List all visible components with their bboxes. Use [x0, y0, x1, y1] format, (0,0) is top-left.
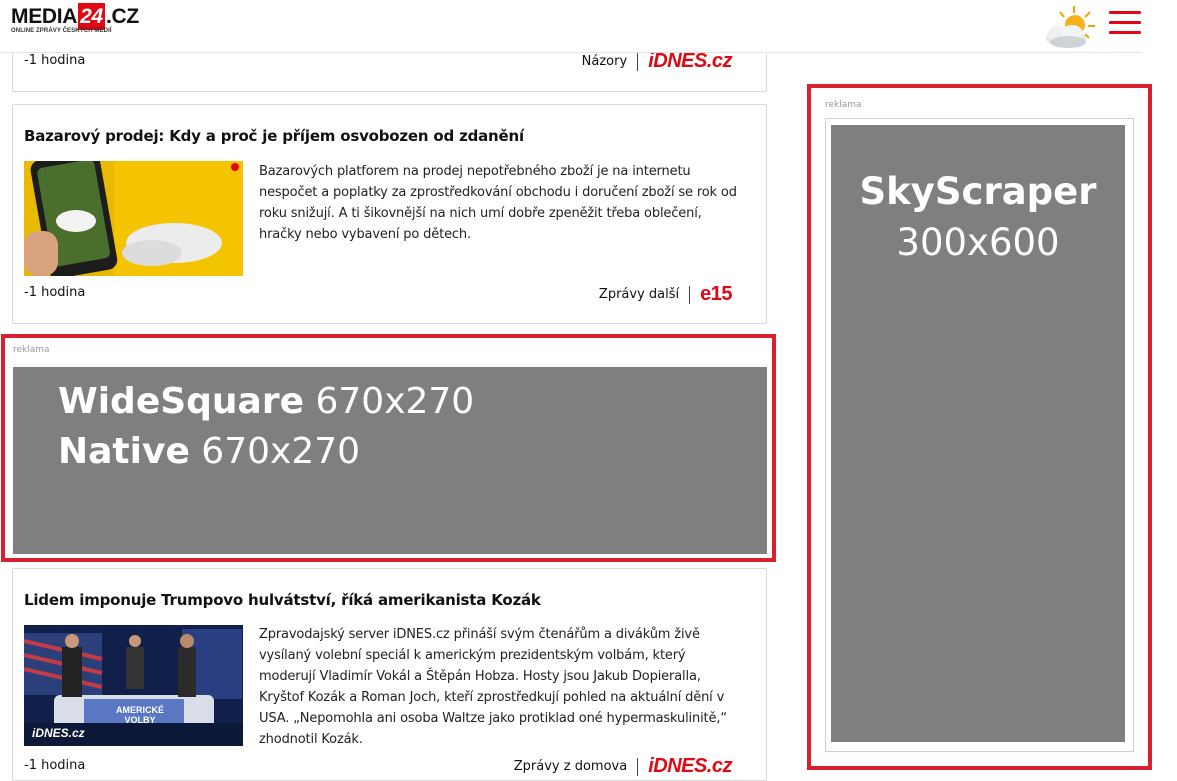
logo-prefix: MEDIA [11, 5, 78, 28]
article-title[interactable]: Bazarový prodej: Kdy a proč je příjem os… [24, 127, 524, 145]
article-meta: Zprávy další e15 [599, 283, 733, 306]
meta-divider [637, 757, 639, 776]
site-header: MEDIA 24 .CZ ONLINE ZPRÁVY ČESKÝCH MÉDIÍ [0, 0, 1142, 53]
source-logo-idnes[interactable]: iDNES.cz [648, 50, 732, 73]
ad-line-1: WideSquare 670x270 [58, 381, 474, 422]
ad-format-name: Native [58, 431, 190, 472]
article-category[interactable]: Zprávy z domova [514, 759, 627, 774]
ad-widesquare: reklama WideSquare 670x270 Native 670x27… [1, 334, 776, 562]
ad-format-size: 670x270 [189, 431, 361, 472]
partly-cloudy-icon[interactable] [1040, 4, 1100, 52]
ad-label: reklama [13, 345, 50, 355]
ad-skyscraper: reklama SkyScraper 300x600 [807, 84, 1152, 770]
ad-placeholder[interactable]: WideSquare 670x270 Native 670x270 [13, 367, 767, 554]
article-meta: Názory iDNES.cz [582, 50, 733, 73]
article-thumbnail[interactable]: AMERICKÉ VOLBY iDNES.cz [24, 625, 243, 746]
site-logo[interactable]: MEDIA 24 .CZ ONLINE ZPRÁVY ČESKÝCH MÉDIÍ [11, 3, 139, 34]
ad-format-name: SkyScraper [859, 170, 1097, 213]
logo-number: 24 [78, 3, 105, 30]
ad-line-2: Native 670x270 [58, 431, 360, 472]
article-category[interactable]: Názory [582, 54, 628, 69]
ad-placeholder[interactable]: SkyScraper 300x600 [831, 125, 1125, 742]
meta-divider [637, 52, 639, 71]
meta-divider [689, 285, 691, 304]
article-category[interactable]: Zprávy další [599, 287, 679, 302]
article-title[interactable]: Lidem imponuje Trumpovo hulvátství, říká… [24, 591, 541, 609]
article-thumbnail[interactable] [24, 161, 243, 276]
article-card[interactable]: Bazarový prodej: Kdy a proč je příjem os… [12, 104, 767, 324]
thumbnail-brand: iDNES.cz [32, 726, 85, 740]
thumbnail-caption: AMERICKÉ VOLBY [115, 705, 164, 725]
article-perex: Zpravodajský server iDNES.cz přináší svý… [259, 627, 727, 747]
ad-label: reklama [825, 100, 862, 110]
article-perex: Bazarových platforem na prodej nepotřebn… [259, 164, 737, 242]
article-time: -1 hodina [24, 285, 86, 300]
article-card[interactable]: Lidem imponuje Trumpovo hulvátství, říká… [12, 568, 767, 781]
logo-wordmark: MEDIA 24 .CZ [11, 3, 139, 30]
source-logo-idnes[interactable]: iDNES.cz [648, 755, 732, 778]
page: MEDIA24.CZ ONLINE ZPRÁVY ČESKÝCH MÉDIÍ [0, 0, 1177, 781]
ad-format-size: 670x270 [304, 381, 475, 422]
hamburger-menu-icon[interactable] [1109, 11, 1141, 37]
source-logo-e15[interactable]: e15 [700, 283, 732, 306]
article-meta: Zprávy z domova iDNES.cz [514, 755, 733, 778]
article-time: -1 hodina [24, 758, 86, 773]
logo-suffix: .CZ [105, 5, 139, 28]
ad-format-size: 300x600 [896, 221, 1060, 264]
ad-frame: SkyScraper 300x600 [825, 118, 1134, 752]
ad-format-name: WideSquare [58, 381, 305, 422]
article-time: -1 hodina [24, 53, 86, 68]
